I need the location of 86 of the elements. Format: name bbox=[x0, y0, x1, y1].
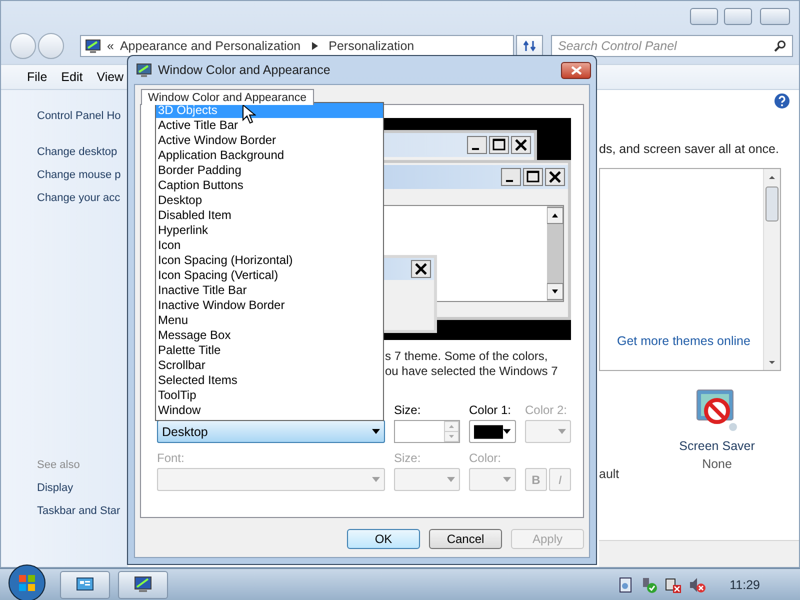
clock[interactable]: 11:29 bbox=[730, 578, 760, 592]
dropdown-option[interactable]: Window bbox=[156, 403, 383, 418]
dropdown-option[interactable]: Inactive Title Bar bbox=[156, 283, 383, 298]
dropdown-option[interactable]: Icon Spacing (Horizontal) bbox=[156, 253, 383, 268]
dropdown-option[interactable]: Selected Items bbox=[156, 373, 383, 388]
tab[interactable]: Window Color and Appearance bbox=[141, 89, 314, 105]
scrollbar[interactable] bbox=[763, 169, 780, 370]
screen-saver-link[interactable]: Screen Saver bbox=[679, 439, 755, 453]
dialog-button[interactable]: Cancel bbox=[429, 529, 502, 549]
dropdown-option[interactable]: ToolTip bbox=[156, 388, 383, 403]
dropdown-option[interactable]: Inactive Window Border bbox=[156, 298, 383, 313]
dropdown-arrow-icon bbox=[447, 477, 455, 482]
spinner-arrows-icon bbox=[444, 421, 459, 442]
dropdown-option[interactable]: Active Title Bar bbox=[156, 118, 383, 133]
dropdown-arrow-icon bbox=[503, 429, 511, 434]
dropdown-option[interactable]: Application Background bbox=[156, 148, 383, 163]
taskbar-button[interactable] bbox=[60, 570, 110, 598]
dialog-title: Window Color and Appearance bbox=[158, 63, 330, 77]
breadcrumb-overflow[interactable]: « bbox=[107, 39, 114, 53]
color-label: Color 2: bbox=[525, 403, 568, 419]
maximize-icon bbox=[489, 136, 509, 154]
dropdown-option[interactable]: Border Padding bbox=[156, 163, 383, 178]
close-icon bbox=[511, 136, 531, 154]
sound-setting-value: ault bbox=[599, 467, 620, 481]
sidebar-link[interactable]: Change desktop bbox=[37, 141, 118, 164]
minimize-icon bbox=[501, 168, 521, 186]
close-icon bbox=[411, 260, 431, 278]
search-icon bbox=[774, 40, 786, 52]
address-bar[interactable]: « Appearance and Personalization Personalization bbox=[80, 35, 514, 57]
help-icon[interactable] bbox=[774, 93, 790, 109]
monitor-icon bbox=[85, 38, 101, 54]
close-icon bbox=[570, 66, 582, 74]
network-error-icon[interactable] bbox=[664, 576, 682, 594]
sidebar-link[interactable]: Control Panel Ho bbox=[37, 105, 121, 128]
start-button[interactable] bbox=[8, 564, 46, 600]
dropdown-option[interactable]: Menu bbox=[156, 313, 383, 328]
search-field[interactable]: Search Control Panel bbox=[551, 35, 793, 57]
menu-item[interactable]: File bbox=[27, 70, 48, 84]
monitor-icon bbox=[133, 576, 153, 594]
dropdown-arrow-icon bbox=[558, 429, 566, 434]
refresh-icon bbox=[522, 40, 536, 52]
speaker-muted-icon[interactable] bbox=[688, 576, 706, 594]
menu-item[interactable]: View bbox=[96, 70, 124, 84]
dropdown-option[interactable]: Caption Buttons bbox=[156, 178, 383, 193]
color-label: Color: bbox=[469, 451, 502, 467]
monitor-icon bbox=[136, 62, 152, 78]
breadcrumb[interactable]: Appearance and Personalization bbox=[120, 39, 301, 53]
description-text: s 7 theme. Some of the colors, ou have selected the Windows 7 bbox=[385, 349, 559, 379]
refresh-button[interactable] bbox=[516, 35, 543, 57]
color-picker[interactable] bbox=[469, 420, 516, 443]
sidebar-link[interactable]: Change mouse p bbox=[37, 164, 121, 187]
sidebar-link[interactable]: Display bbox=[37, 477, 74, 500]
dropdown-option[interactable]: Desktop bbox=[156, 193, 383, 208]
dropdown-arrow-icon bbox=[372, 429, 380, 434]
breadcrumb[interactable]: Personalization bbox=[328, 39, 414, 53]
control-panel-icon bbox=[75, 576, 95, 594]
menu-item[interactable]: Edit bbox=[61, 70, 83, 84]
font-label: Font: bbox=[157, 451, 186, 467]
item-dropdown[interactable]: Desktop bbox=[157, 420, 385, 443]
dropdown-option[interactable]: Icon Spacing (Vertical) bbox=[156, 268, 383, 283]
dropdown-arrow-icon bbox=[372, 477, 380, 482]
get-more-themes-link[interactable]: Get more themes online bbox=[617, 334, 763, 348]
dropdown-option[interactable]: Palette Title bbox=[156, 343, 383, 358]
dropdown-option[interactable]: Scrollbar bbox=[156, 358, 383, 373]
dialog-button[interactable]: OK bbox=[347, 529, 420, 549]
sidebar-link[interactable]: Change your acc bbox=[37, 187, 120, 210]
dropdown-option[interactable]: Message Box bbox=[156, 328, 383, 343]
description-text: ds, and screen saver all at once. bbox=[599, 142, 780, 156]
font-color-picker[interactable] bbox=[469, 468, 516, 491]
size-label: Size: bbox=[394, 403, 422, 419]
close-icon bbox=[545, 168, 565, 186]
size-spinner[interactable] bbox=[394, 420, 460, 443]
taskbar-button[interactable] bbox=[118, 570, 168, 598]
maximize-icon bbox=[523, 168, 543, 186]
theme-list[interactable]: Get more themes online bbox=[599, 168, 781, 371]
screen-saver-value: None bbox=[702, 457, 732, 471]
dropdown-option[interactable]: Icon bbox=[156, 238, 383, 253]
see-also-heading: See also bbox=[37, 458, 80, 473]
dropdown-option[interactable]: Disabled Item bbox=[156, 208, 383, 223]
chevron-icon bbox=[312, 42, 318, 50]
minimize-icon bbox=[467, 136, 487, 154]
dropdown-arrow-icon bbox=[503, 477, 511, 482]
dropdown-option[interactable]: Hyperlink bbox=[156, 223, 383, 238]
color-label: Color 1: bbox=[469, 403, 512, 419]
sidebar-link[interactable]: Taskbar and Star bbox=[37, 500, 120, 523]
size-label: Size: bbox=[394, 451, 422, 467]
